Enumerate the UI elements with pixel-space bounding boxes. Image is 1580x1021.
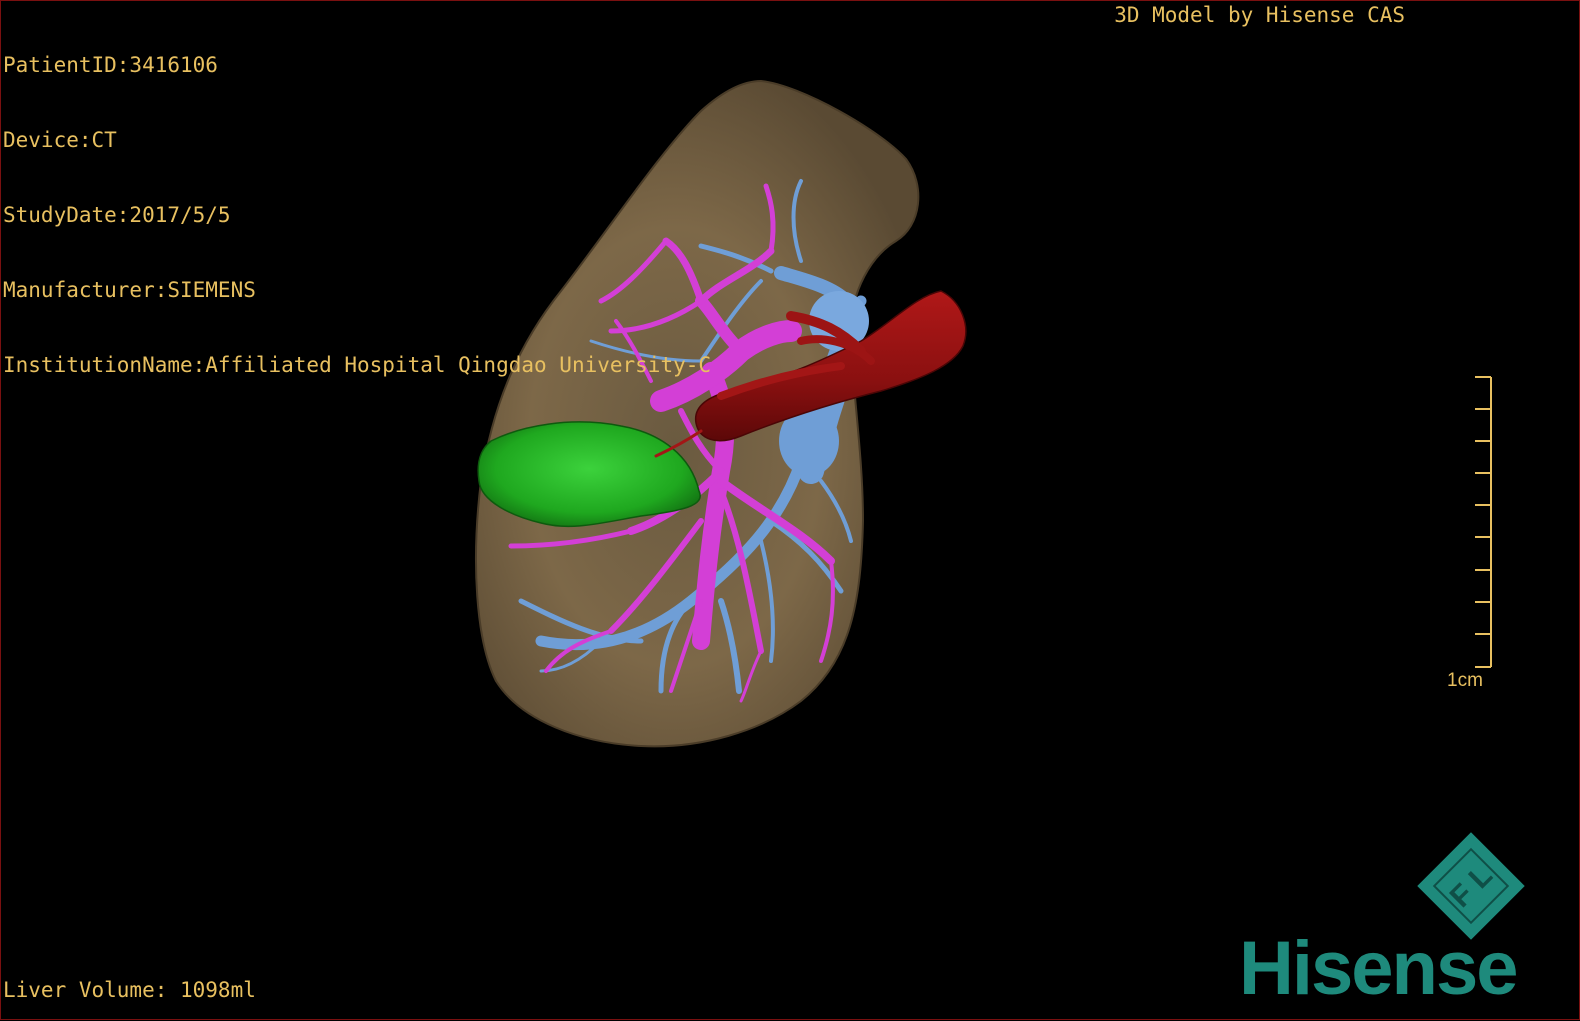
patient-id: PatientID:3416106 [3, 53, 218, 77]
manufacturer: Manufacturer:SIEMENS [3, 278, 256, 302]
study-date: StudyDate:2017/5/5 [3, 203, 231, 227]
scale-label: 1cm [1447, 670, 1483, 691]
render-viewport[interactable]: F L PatientID:3416106 Device:CT StudyDat… [0, 0, 1580, 1020]
institution-name: InstitutionName:Affiliated Hospital Qing… [3, 353, 712, 377]
hisense-logo: Hisense [1239, 926, 1518, 1011]
liver-volume: Liver Volume: 1098ml [3, 978, 256, 1002]
model-credit: 3D Model by Hisense CAS [1114, 3, 1405, 27]
device: Device:CT [3, 128, 117, 152]
patient-info: PatientID:3416106 Device:CT StudyDate:20… [3, 3, 711, 428]
scale-bar [1475, 376, 1492, 668]
